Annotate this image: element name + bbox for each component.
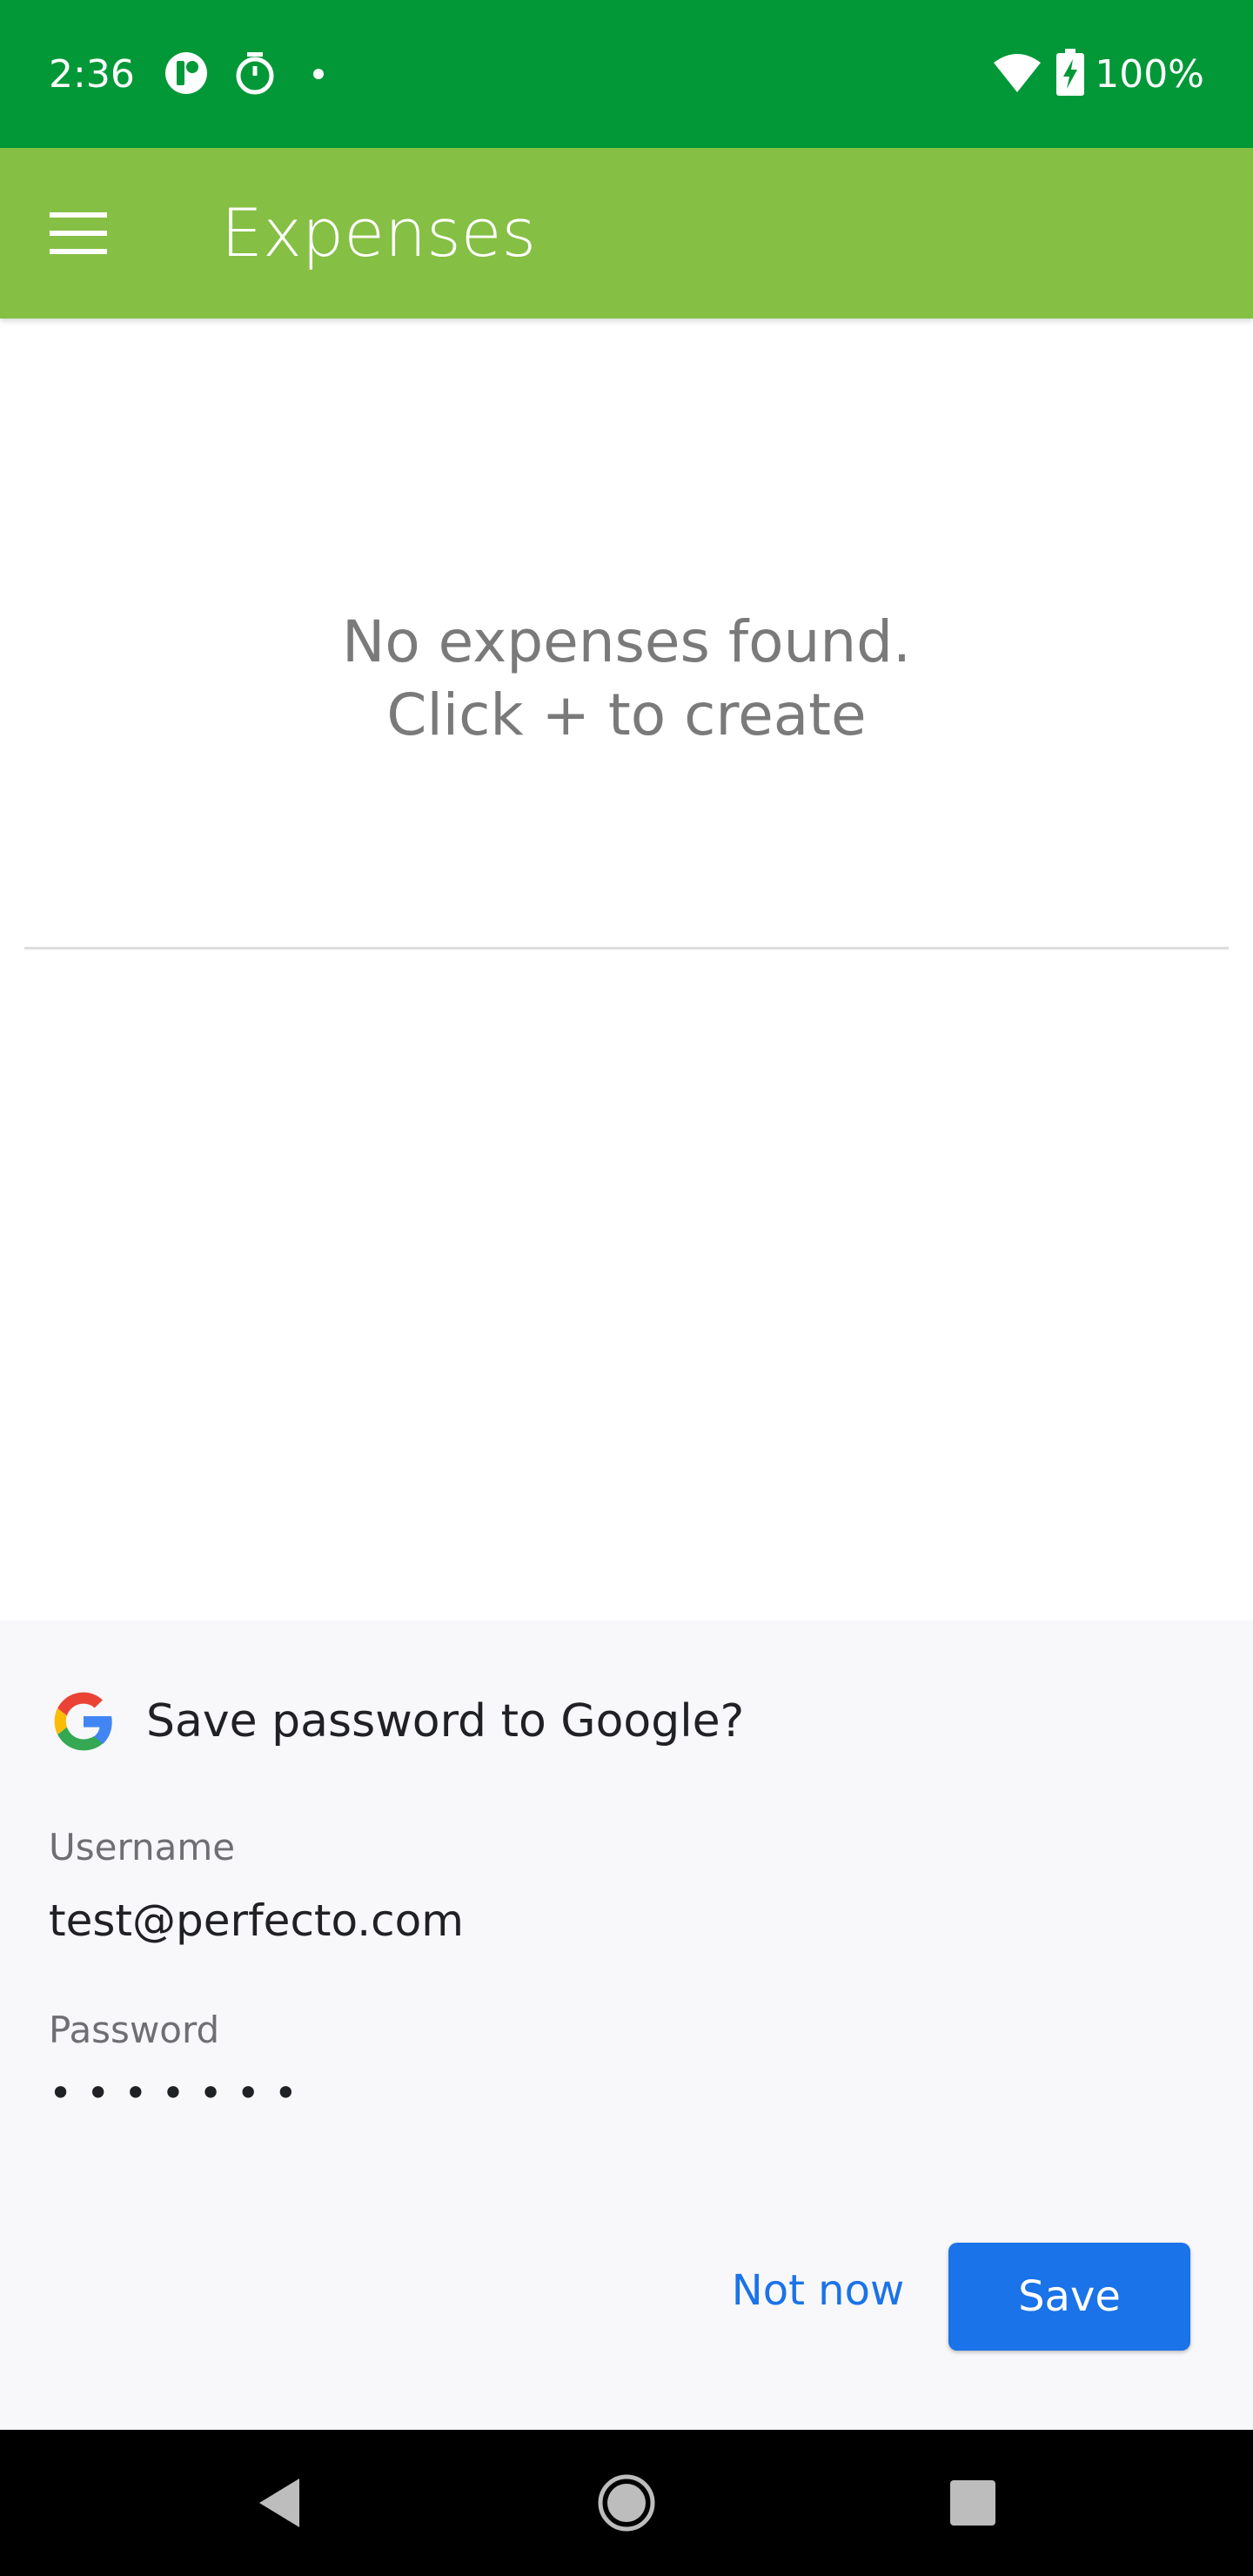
not-now-button[interactable]: Not now (714, 2243, 922, 2338)
status-bar: 2:36 100% (0, 0, 1253, 148)
google-logo-icon (54, 1692, 112, 1751)
password-value: ••••••• (49, 2070, 312, 2116)
sheet-title: Save password to Google? (146, 1695, 745, 1748)
username-value: test@perfecto.com (49, 1895, 464, 1946)
back-icon (259, 2479, 299, 2527)
home-button[interactable] (557, 2430, 696, 2576)
home-icon (598, 2474, 655, 2532)
page-title: Expenses (221, 194, 537, 272)
save-password-sheet: Save password to Google? Username test@p… (0, 1620, 1253, 2430)
save-button[interactable]: Save (948, 2243, 1190, 2351)
back-button[interactable] (209, 2430, 348, 2576)
sheet-header: Save password to Google? (49, 1687, 744, 1756)
password-label: Password (49, 2009, 220, 2051)
dot-icon (312, 68, 325, 84)
app-notification-icon (164, 50, 209, 100)
hamburger-menu-icon (50, 212, 107, 254)
battery-percentage: 100% (1095, 52, 1204, 97)
status-time: 2:36 (49, 52, 135, 97)
battery-charging-icon (1056, 49, 1084, 100)
navigation-bar (0, 2430, 1253, 2576)
empty-state-line-1: No expenses found. (341, 608, 912, 675)
username-label: Username (49, 1826, 236, 1868)
recents-button[interactable] (903, 2430, 1042, 2576)
divider (24, 947, 1229, 949)
timer-icon (233, 50, 277, 100)
empty-state-line-2: Click + to create (386, 681, 867, 748)
app-bar: Expenses (0, 148, 1253, 319)
empty-state-message: No expenses found. Click + to create (0, 606, 1253, 752)
menu-button[interactable] (35, 190, 122, 277)
wifi-icon (992, 52, 1042, 98)
recents-icon (950, 2480, 995, 2526)
